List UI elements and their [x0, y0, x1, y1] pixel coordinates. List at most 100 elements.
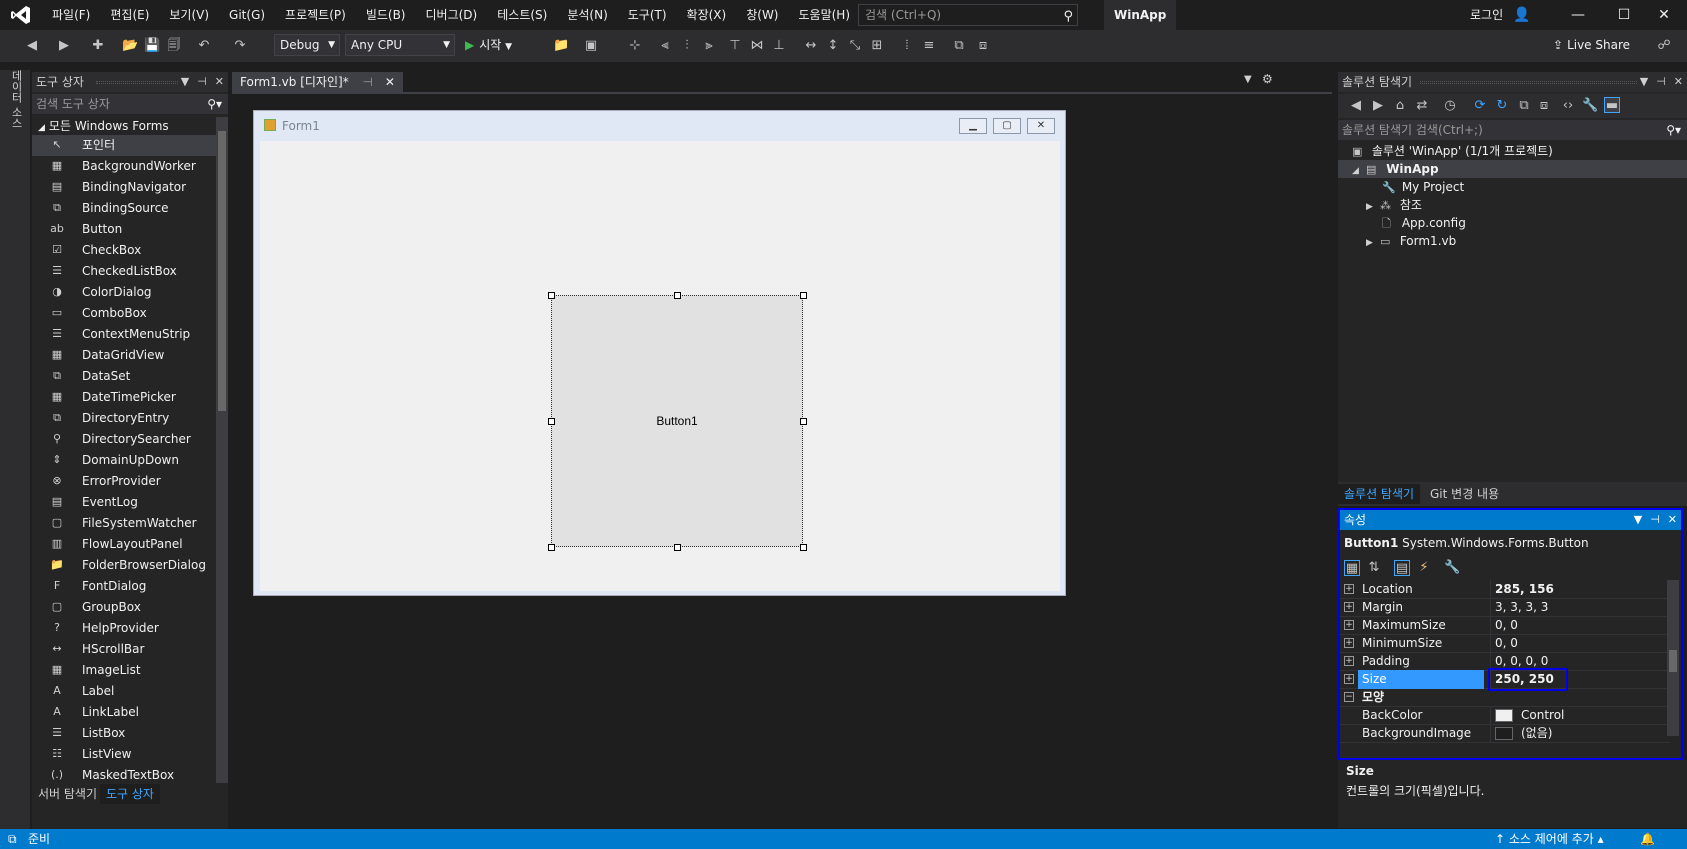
property-row-backgroundimage[interactable]: BackgroundImage (없음) [1340, 724, 1670, 743]
toolbox-item[interactable]: ☰ CheckedListBox [32, 261, 216, 282]
close-icon[interactable]: ✕ [215, 75, 224, 88]
toolbox-item[interactable]: 📁 FolderBrowserDialog [32, 555, 216, 576]
toolbox-item[interactable]: (.) MaskedTextBox [32, 765, 216, 783]
menu-item[interactable]: 디버그(D) [416, 0, 488, 30]
add-to-source-control-button[interactable]: ↑ 소스 제어에 추가 ▴ [1495, 829, 1604, 849]
start-debugging-button[interactable]: ▶ 시작 ▼ [465, 34, 512, 56]
tab-solution-explorer[interactable]: 솔루션 탐색기 [1338, 484, 1421, 504]
alphabetical-icon[interactable]: ⇅ [1366, 560, 1382, 576]
save-icon[interactable]: 💾 [144, 38, 160, 54]
menu-item[interactable]: Git(G) [219, 0, 275, 30]
collapse-icon[interactable]: ◢ [1352, 162, 1366, 180]
toolbox-item[interactable]: ⧉ DataSet [32, 366, 216, 387]
resize-handle-w[interactable] [548, 418, 555, 425]
resize-handle-ne[interactable] [800, 292, 807, 299]
property-value[interactable]: 3, 3, 3, 3 [1490, 598, 1670, 617]
expand-icon[interactable]: + [1344, 656, 1354, 666]
preview-icon[interactable]: ▬ [1604, 97, 1620, 113]
toolbox-item[interactable]: ▦ DataGridView [32, 345, 216, 366]
menu-item[interactable]: 테스트(S) [487, 0, 557, 30]
close-icon[interactable]: ✕ [385, 75, 395, 89]
toolbox-item[interactable]: ☑ CheckBox [32, 240, 216, 261]
pin-icon[interactable]: ⊣ [1656, 75, 1666, 88]
refresh-icon[interactable]: ↻ [1494, 98, 1510, 114]
document-tab-form1-design[interactable]: Form1.vb [디자인]* ⊣ ✕ [232, 72, 403, 92]
tree-node-project[interactable]: ◢ ▤ WinApp [1338, 160, 1687, 178]
toolbox-item[interactable]: ▢ GroupBox [32, 597, 216, 618]
visual-studio-logo-icon[interactable] [0, 0, 42, 30]
expand-icon[interactable]: + [1344, 674, 1354, 684]
dropdown-icon[interactable]: ▼ [1634, 513, 1642, 526]
toolbox-group-header[interactable]: ◢ 모든 Windows Forms [38, 117, 169, 135]
properties-scrollbar[interactable] [1667, 580, 1679, 736]
toolbox-item[interactable]: ☰ ContextMenuStrip [32, 324, 216, 345]
pin-icon[interactable]: ⊣ [1650, 513, 1660, 526]
login-link[interactable]: 로그인 [1470, 0, 1503, 30]
collapse-all-icon[interactable]: ⧉ [1516, 98, 1532, 114]
forward-icon[interactable]: ▶ [56, 38, 72, 54]
toolbox-scrollbar[interactable] [216, 117, 228, 783]
toolbox-item[interactable]: ▦ ImageList [32, 660, 216, 681]
toolbox-item[interactable]: F FontDialog [32, 576, 216, 597]
toolbox-item[interactable]: ☷ ListView [32, 744, 216, 765]
toolbox-item[interactable]: ▦ DateTimePicker [32, 387, 216, 408]
menu-item[interactable]: 빌드(B) [356, 0, 416, 30]
align-middle-icon[interactable]: ⋈ [749, 38, 765, 54]
switch-views-icon[interactable]: ⇄ [1414, 98, 1430, 114]
tab-toolbox[interactable]: 도구 상자 [100, 784, 160, 804]
collapse-icon[interactable]: − [1344, 692, 1354, 702]
form1-designer-window[interactable]: Form1 ▁ ▢ ✕ Button1 [253, 110, 1066, 596]
data-sources-tab[interactable]: 데이터 소스 [8, 70, 24, 129]
toolbox-item[interactable]: ⊗ ErrorProvider [32, 471, 216, 492]
back-icon[interactable]: ◀ [24, 38, 40, 54]
search-input[interactable]: 검색 (Ctrl+Q) ⚲ [858, 4, 1078, 26]
close-button[interactable]: ✕ [1641, 0, 1687, 30]
button1-control[interactable]: Button1 [551, 295, 803, 547]
toolbox-search-input[interactable]: 검색 도구 상자 ⚲▾ [32, 94, 228, 114]
form-client-area[interactable]: Button1 [260, 141, 1060, 591]
align-left-icon[interactable]: ⫷ [657, 38, 673, 54]
view-code-icon[interactable]: ‹› [1560, 98, 1576, 114]
platform-select[interactable]: Any CPU ▼ [345, 34, 455, 56]
toolbox-item[interactable]: ◑ ColorDialog [32, 282, 216, 303]
resize-handle-sw[interactable] [548, 544, 555, 551]
redo-icon[interactable]: ↷ [232, 38, 248, 54]
toolbox-item[interactable]: ▭ ComboBox [32, 303, 216, 324]
property-row-margin[interactable]: + Margin 3, 3, 3, 3 [1340, 598, 1670, 617]
resize-handle-n[interactable] [674, 292, 681, 299]
tab-list-dropdown-icon[interactable]: ▼ [1244, 74, 1252, 85]
toolbox-item[interactable]: ↔ HScrollBar [32, 639, 216, 660]
settings-gear-icon[interactable]: ⚙ [1262, 72, 1273, 86]
toolbox-item[interactable]: ab Button [32, 219, 216, 240]
property-value[interactable]: 250, 250 [1488, 668, 1568, 691]
resize-handle-nw[interactable] [548, 292, 555, 299]
pin-icon[interactable]: ⊣ [363, 75, 373, 89]
align-bottom-icon[interactable]: ⊥ [771, 38, 787, 54]
horizontal-spacing-icon[interactable]: ⦙ [899, 38, 915, 54]
same-height-icon[interactable]: ↕ [825, 38, 841, 54]
undo-icon[interactable]: ↶ [196, 38, 212, 54]
toolbox-item[interactable]: ? HelpProvider [32, 618, 216, 639]
property-value[interactable]: 0, 0, 0, 0 [1490, 652, 1670, 671]
expand-icon[interactable]: + [1344, 638, 1354, 648]
screenshot-icon[interactable]: ▣ [583, 38, 599, 54]
align-grid-icon[interactable]: ⊹ [627, 38, 643, 54]
categorized-icon[interactable]: ▦ [1344, 560, 1360, 576]
toolbox-item[interactable]: ▤ EventLog [32, 492, 216, 513]
category-appearance[interactable]: − 모양 [1340, 688, 1670, 707]
events-lightning-icon[interactable]: ⚡ [1416, 560, 1432, 576]
close-icon[interactable]: ✕ [1674, 75, 1683, 88]
property-pages-icon[interactable]: 🔧 [1444, 560, 1460, 576]
toolbox-item[interactable]: A Label [32, 681, 216, 702]
user-icon[interactable]: 👤 [1513, 7, 1530, 23]
forward-icon[interactable]: ▶ [1370, 98, 1386, 114]
vertical-spacing-icon[interactable]: ≡ [921, 38, 937, 54]
scrollbar-thumb[interactable] [1669, 650, 1677, 672]
resize-handle-s[interactable] [674, 544, 681, 551]
open-folder-icon[interactable]: 📂 [122, 38, 138, 54]
menu-item[interactable]: 도구(T) [618, 0, 677, 30]
expand-icon[interactable]: ▶ [1366, 234, 1380, 252]
tree-node-solution[interactable]: ▣ 솔루션 'WinApp' (1/1개 프로젝트) [1352, 142, 1553, 160]
toolbox-item[interactable]: ⚲ DirectorySearcher [32, 429, 216, 450]
property-row-size[interactable]: + Size 250, 250 [1340, 668, 1670, 691]
